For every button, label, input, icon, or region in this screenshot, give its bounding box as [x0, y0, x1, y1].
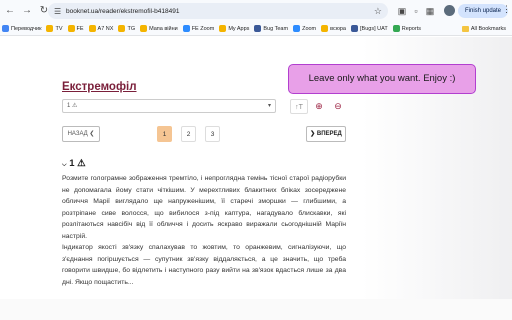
extension-icon[interactable]: ▫	[410, 5, 422, 17]
book-title-link[interactable]: Екстремофіл	[62, 81, 137, 93]
popup-text: Leave only what you want. Enjoy :)	[308, 73, 456, 84]
page-number-2[interactable]: 2	[181, 126, 196, 142]
puzzle-icon[interactable]: ▦	[424, 5, 436, 17]
bookmark-item[interactable]: Мапа війни	[140, 25, 178, 32]
bookmarks-bar: Переводчик TV FE A7 NX TG Мапа війни FE …	[0, 22, 512, 36]
bookmark-star-icon[interactable]: ☆	[374, 6, 382, 17]
forward-arrow-icon[interactable]: →	[20, 4, 34, 18]
chevron-right-icon: ❯	[310, 131, 316, 137]
favicon-icon	[254, 25, 262, 32]
notice-popup: Leave only what you want. Enjoy :)	[288, 64, 476, 94]
folder-icon	[46, 25, 54, 32]
bookmark-item[interactable]: Переводчик	[2, 25, 41, 32]
bookmark-item[interactable]: FE Zoom	[182, 25, 214, 32]
next-page-button[interactable]: ❯ ВПЕРЕД	[306, 126, 346, 142]
zoom-out-icon[interactable]: ⊖	[330, 99, 346, 114]
page-number-1[interactable]: 1	[157, 126, 172, 142]
folder-icon	[321, 25, 329, 32]
profile-avatar[interactable]	[444, 5, 455, 16]
bottom-bar	[0, 299, 512, 320]
favicon-icon	[182, 25, 190, 32]
browser-toolbar: ← → ↻ ☰ booknet.ua/reader/ekstremofil-b4…	[0, 0, 512, 22]
menu-dots-icon[interactable]: ⋮	[502, 4, 511, 15]
chapter-heading[interactable]: ⌵ 1 ⚠	[62, 158, 86, 169]
paragraph: Індикатор якості зв'язку спалахував то ж…	[62, 244, 346, 286]
bookmark-item[interactable]: [Bugs] UAT	[351, 25, 388, 32]
paragraph: Розмите голограмне зображення тремтіло, …	[62, 175, 346, 240]
folder-icon	[67, 25, 75, 32]
bookmark-item[interactable]: FE	[67, 25, 84, 32]
font-size-icon[interactable]: ↑T	[290, 99, 308, 114]
folder-icon	[140, 25, 148, 32]
bookmark-item[interactable]: Reports	[392, 25, 421, 32]
prev-page-button[interactable]: НАЗАД ❮	[62, 126, 100, 142]
bookmark-item[interactable]: всюра	[321, 25, 346, 32]
folder-icon	[461, 26, 469, 32]
finish-update-button[interactable]: Finish update	[458, 4, 509, 18]
chevron-left-icon: ❮	[89, 131, 95, 137]
bookmark-item[interactable]: Zoom	[293, 25, 316, 32]
favicon-icon	[2, 25, 9, 32]
chapter-select[interactable]: 1 ⚠ ▾	[62, 99, 276, 113]
url-text: booknet.ua/reader/ekstremofil-b418491	[66, 7, 180, 15]
bookmark-item[interactable]: A7 NX	[88, 25, 113, 32]
site-info-icon[interactable]: ☰	[54, 7, 66, 16]
chapter-select-value: 1 ⚠	[67, 103, 78, 109]
favicon-icon	[293, 25, 301, 32]
folder-icon	[219, 25, 227, 32]
bookmark-item[interactable]: TG	[118, 25, 135, 32]
chevron-down-icon: ▾	[267, 103, 271, 109]
extension-icon[interactable]: ▣	[396, 5, 408, 17]
all-bookmarks-button[interactable]: All Bookmarks	[461, 26, 506, 32]
bookmark-item[interactable]: TV	[46, 25, 63, 32]
zoom-in-icon[interactable]: ⊕	[311, 99, 327, 114]
folder-icon	[88, 25, 96, 32]
page-content: Екстремофіл 1 ⚠ ▾ ↑T ⊕ ⊖ НАЗАД ❮ 1 2 3 ❯…	[0, 37, 512, 320]
address-bar[interactable]: ☰ booknet.ua/reader/ekstremofil-b418491 …	[48, 3, 388, 19]
page-number-3[interactable]: 3	[205, 126, 220, 142]
bookmark-item[interactable]: My Apps	[219, 25, 249, 32]
folder-icon	[118, 25, 126, 32]
bookmark-item[interactable]: Bug Team	[254, 25, 288, 32]
favicon-icon	[351, 25, 358, 32]
favicon-icon	[392, 25, 400, 32]
back-arrow-icon[interactable]: ←	[3, 4, 17, 18]
chevron-down-icon: ⌵	[62, 162, 67, 168]
